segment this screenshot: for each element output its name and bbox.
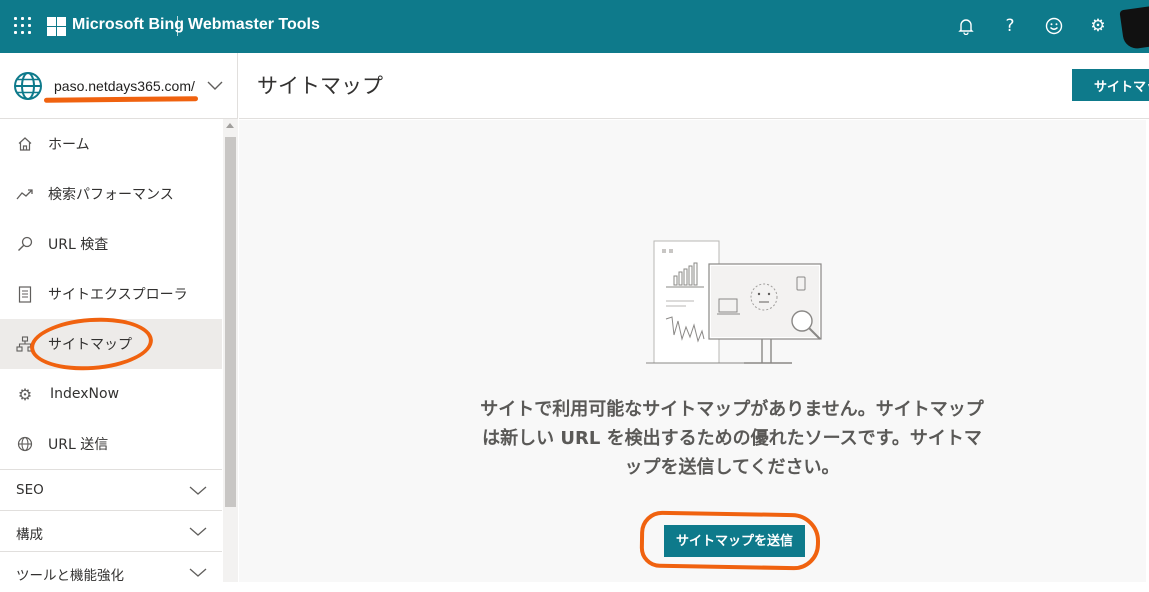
sidebar-item-label: サイトエクスプローラ [48, 287, 188, 303]
section-tools-enhancements[interactable]: ツールと機能強化 [0, 551, 222, 592]
sidebar-item-label: URL 検査 [48, 237, 109, 253]
globe-icon [16, 435, 34, 453]
sidebar-item-url-submission[interactable]: URL 送信 [0, 419, 222, 469]
avatar[interactable] [1119, 5, 1149, 51]
section-label: 構成 [16, 527, 43, 543]
sidebar-item-home[interactable]: ホーム [0, 119, 222, 169]
site-selector[interactable]: paso.netdays365.com/ [0, 53, 238, 119]
home-icon [16, 135, 34, 153]
sidebar-item-url-inspection[interactable]: URL 検査 [0, 219, 222, 269]
app-launcher-icon[interactable] [14, 17, 32, 35]
submit-sitemap-header-button[interactable]: サイトマップを送信 [1072, 69, 1149, 101]
microsoft-logo-icon [47, 17, 66, 36]
site-url: paso.netdays365.com/ [54, 78, 195, 94]
chevron-down-icon [189, 568, 207, 577]
scroll-up-arrow-icon[interactable] [226, 123, 234, 128]
sidebar-item-indexnow[interactable]: ⚙ IndexNow [0, 369, 222, 419]
annotation-button-circle [639, 510, 821, 571]
empty-state-message: サイトで利用可能なサイトマップがありません。サイトマップは新しい URL を検出… [480, 399, 984, 478]
sidebar-item-search-performance[interactable]: 検索パフォーマンス [0, 169, 222, 219]
gear-icon: ⚙ [17, 384, 33, 404]
page-title: サイトマップ [257, 74, 383, 98]
section-configuration[interactable]: 構成 [0, 510, 222, 551]
product-name[interactable]: Webmaster Tools [188, 16, 320, 34]
chevron-down-icon [189, 527, 207, 536]
search-icon [16, 235, 34, 253]
empty-state-panel: サイトで利用可能なサイトマップがありません。サイトマップは新しい URL を検出… [239, 120, 1146, 582]
chevron-down-icon[interactable] [207, 79, 223, 91]
empty-state-illustration [646, 240, 822, 364]
help-icon[interactable]: ? [998, 14, 1022, 38]
chevron-down-icon [189, 486, 207, 495]
brand-divider [177, 16, 178, 36]
annotation-underline [43, 96, 199, 103]
section-label: SEO [16, 482, 44, 498]
sidebar-item-site-explorer[interactable]: サイトエクスプローラ [0, 269, 222, 319]
sidebar: paso.netdays365.com/ ホーム 検索パフォーマンス URL 検… [0, 53, 238, 584]
scroll-thumb[interactable] [225, 137, 236, 507]
feedback-smiley-icon[interactable] [1042, 14, 1066, 38]
document-icon [16, 285, 34, 303]
trend-icon [16, 185, 34, 203]
bell-icon[interactable] [954, 14, 978, 38]
settings-gear-icon[interactable]: ⚙ [1086, 14, 1110, 38]
section-label: ツールと機能強化 [16, 568, 124, 584]
sidebar-item-label: URL 送信 [48, 437, 109, 453]
sidebar-item-label: 検索パフォーマンス [48, 187, 174, 203]
brand-name[interactable]: Microsoft Bing [72, 16, 184, 34]
sidebar-scrollbar[interactable] [223, 119, 238, 582]
section-seo[interactable]: SEO [0, 469, 222, 510]
sidebar-item-label: ホーム [48, 137, 90, 153]
top-bar: Microsoft Bing Webmaster Tools ? ⚙ [0, 0, 1149, 53]
sidebar-item-label: IndexNow [50, 386, 120, 402]
main-header: サイトマップ サイトマップを送信 [239, 53, 1149, 119]
globe-icon [14, 72, 42, 100]
